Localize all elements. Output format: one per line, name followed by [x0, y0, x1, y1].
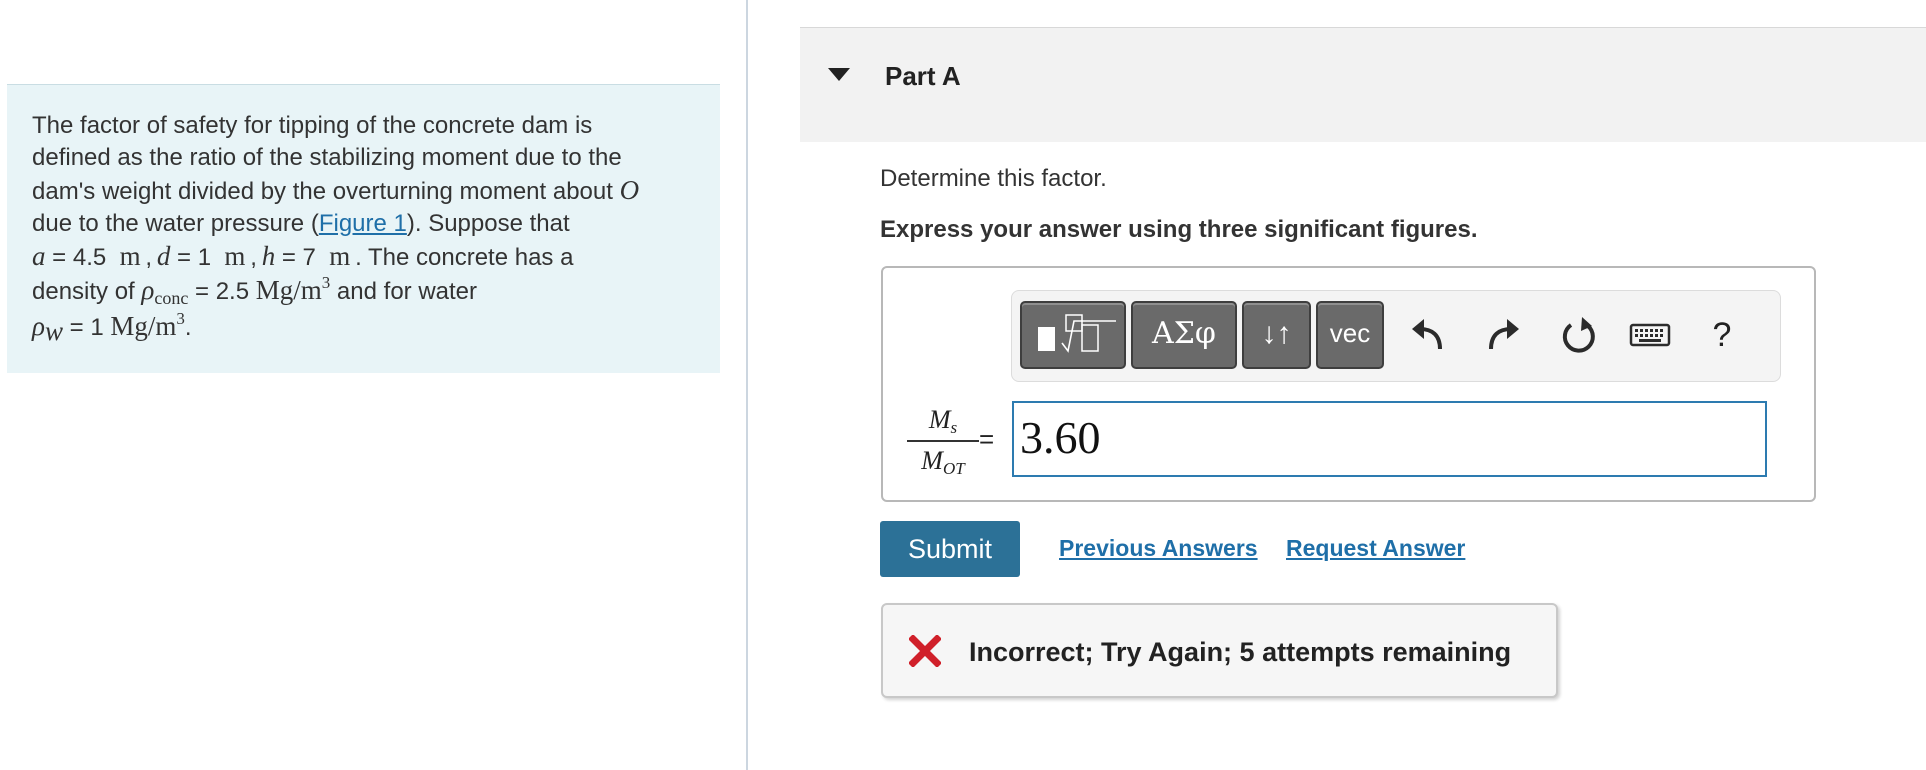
column-divider: [746, 0, 748, 770]
problem-text: due to the water pressure (: [32, 210, 319, 237]
answer-box: ΑΣφ ↓↑ vec ? Ms MOT = 3.60: [881, 266, 1816, 502]
problem-text: The factor of safety for tipping of the …: [32, 112, 593, 139]
fraction-numerator: Ms: [928, 405, 958, 437]
arrows-button[interactable]: ↓↑: [1242, 301, 1311, 369]
point-o-symbol: O: [619, 175, 640, 205]
undo-icon[interactable]: [1404, 309, 1452, 363]
fraction-denominator: MOT: [921, 446, 965, 478]
question-prompt: Determine this factor.: [880, 165, 1107, 192]
fraction-bar: [907, 440, 979, 442]
problem-statement: The factor of safety for tipping of the …: [7, 84, 720, 373]
problem-text: dam's weight divided by the overturning …: [32, 178, 620, 205]
templates-icon: [1038, 314, 1116, 353]
greek-symbols-button[interactable]: ΑΣφ: [1131, 301, 1237, 369]
problem-text: ). Suppose that: [406, 210, 570, 237]
help-icon[interactable]: ?: [1702, 313, 1742, 367]
answer-input[interactable]: 3.60: [1012, 401, 1767, 477]
part-title: Part A: [885, 61, 961, 91]
dimensions-line: a = 4.5 m , d = 1 m , h = 7 m . The conc…: [32, 241, 574, 271]
feedback-message: Incorrect; Try Again; 5 attempts remaini…: [969, 637, 1512, 667]
keyboard-icon[interactable]: [1629, 315, 1671, 355]
redo-icon[interactable]: [1479, 309, 1527, 363]
vector-button[interactable]: vec: [1316, 301, 1384, 369]
math-toolbar: ΑΣφ ↓↑ vec ?: [1011, 290, 1781, 382]
templates-button[interactable]: [1020, 301, 1126, 369]
incorrect-x-icon: [909, 635, 941, 667]
equals-sign: =: [979, 424, 995, 454]
answer-instruction: Express your answer using three signific…: [880, 216, 1478, 243]
answer-label-fraction: Ms MOT: [907, 404, 979, 479]
request-answer-link[interactable]: Request Answer: [1286, 535, 1465, 562]
concrete-density-line: density of ρconc = 2.5 Mg/m3 and for wat…: [32, 273, 478, 308]
problem-text: defined as the ratio of the stabilizing …: [32, 144, 622, 171]
part-a-header[interactable]: Part A: [800, 27, 1926, 142]
water-density-line: ρw = 1 Mg/m3.: [32, 309, 192, 346]
caret-down-icon[interactable]: [828, 68, 850, 81]
feedback-box: Incorrect; Try Again; 5 attempts remaini…: [881, 603, 1558, 698]
reset-icon[interactable]: [1555, 309, 1603, 363]
submit-button[interactable]: Submit: [880, 521, 1020, 577]
figure-link[interactable]: Figure 1: [319, 210, 407, 237]
previous-answers-link[interactable]: Previous Answers: [1059, 535, 1258, 562]
